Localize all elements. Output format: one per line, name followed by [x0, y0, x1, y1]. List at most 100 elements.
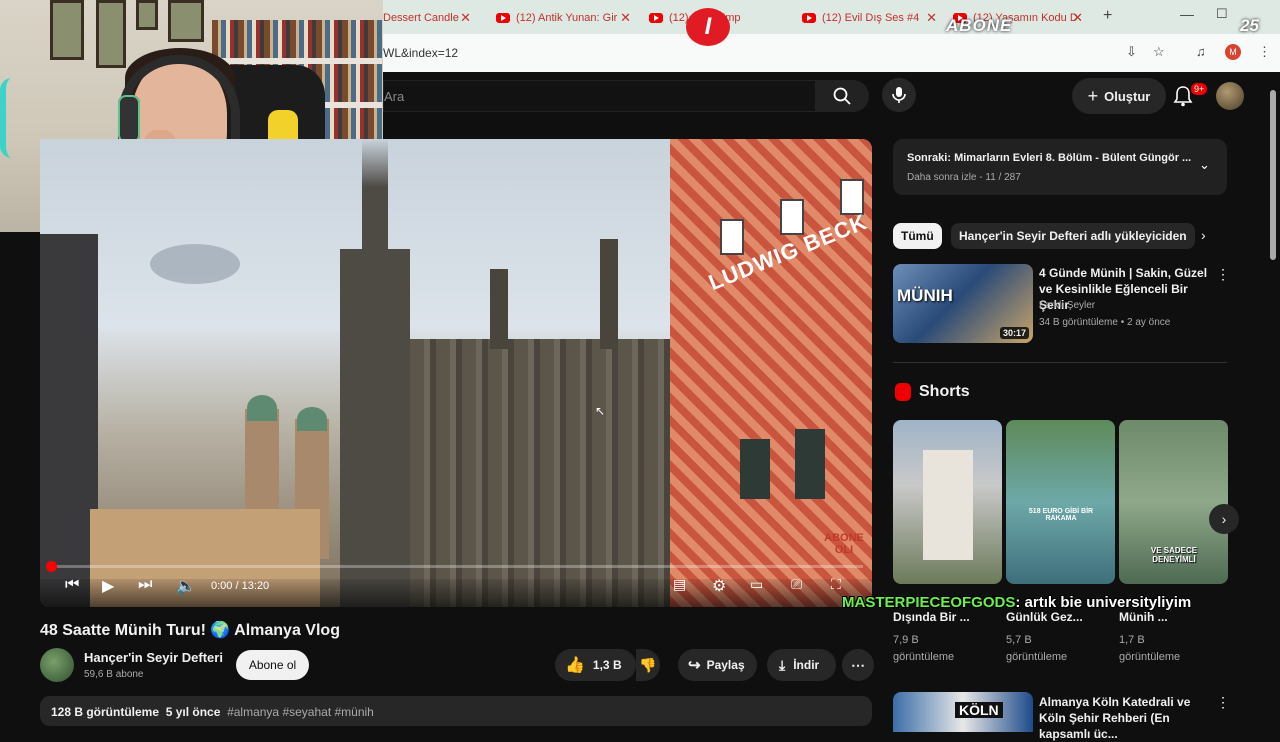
- share-label: Paylaş: [706, 658, 745, 672]
- playlist-panel[interactable]: Sonraki: Mimarların Evleri 8. Bölüm - Bü…: [893, 139, 1227, 195]
- headset-earcup: [118, 95, 140, 143]
- new-tab-button[interactable]: +: [1103, 7, 1112, 25]
- chevron-down-icon[interactable]: ⌄: [1199, 157, 1210, 173]
- shorts-icon: [895, 383, 911, 401]
- upload-age: 5 yıl önce: [165, 705, 221, 719]
- page-scrollbar[interactable]: [1270, 90, 1276, 260]
- video-corner-watermark: ABONE OLI: [824, 532, 864, 556]
- browser-tab[interactable]: Dessert Candle ✕: [383, 6, 483, 30]
- browser-tab[interactable]: (12) Evil Dış Ses #4 ✕: [802, 6, 937, 30]
- tower-dome: [247, 395, 277, 421]
- theater-mode-icon[interactable]: ▭: [750, 576, 763, 593]
- volume-icon[interactable]: 🔈: [176, 576, 196, 596]
- close-tab-icon[interactable]: ✕: [926, 10, 937, 26]
- download-button[interactable]: ⤓ İndir: [767, 649, 836, 681]
- wall-frame: [96, 0, 126, 68]
- more-actions-button[interactable]: ⋯: [842, 649, 874, 681]
- like-button[interactable]: 👍 1,3 B: [555, 649, 636, 681]
- video-timecode: 0:00 / 13:20: [211, 580, 270, 592]
- video-duration: 30:17: [999, 327, 1029, 339]
- tab-label: Dessert Candle: [383, 12, 459, 24]
- browser-tab[interactable]: (12) Antik Yunan: Gir ✕: [496, 6, 631, 30]
- short-title[interactable]: Münih ...: [1119, 610, 1168, 624]
- search-button[interactable]: [815, 80, 869, 112]
- street-shadow: [40, 579, 872, 607]
- short-title[interactable]: Dışında Bir ...: [893, 610, 970, 624]
- video-player[interactable]: [40, 139, 872, 607]
- cast-icon[interactable]: ⎚: [791, 576, 802, 593]
- close-tab-icon[interactable]: ✕: [620, 10, 631, 26]
- voice-search-button[interactable]: [882, 78, 916, 112]
- recommendation-channel[interactable]: Farklı Şeyler: [1039, 300, 1095, 311]
- previous-icon[interactable]: ⏮: [65, 576, 79, 594]
- chat-message-overlay: MASTERPIECEOFGODS: artık bie universityl…: [842, 594, 1191, 611]
- short-title[interactable]: Günlük Gez...: [1006, 610, 1083, 624]
- castle-shape: [923, 450, 973, 560]
- more-vertical-icon[interactable]: ⋮: [1216, 266, 1230, 283]
- recommendation-thumbnail[interactable]: MÜNIH 30:17: [893, 264, 1033, 343]
- bookmark-star-icon[interactable]: ☆: [1153, 44, 1165, 60]
- notification-count-badge: 9+: [1191, 83, 1208, 95]
- shorts-heading: Shorts: [919, 383, 970, 400]
- chips-next-chevron-icon[interactable]: ›: [1201, 227, 1206, 243]
- chip-all[interactable]: Tümü: [893, 223, 942, 249]
- view-count: 128 B görüntüleme: [51, 705, 160, 719]
- close-tab-icon[interactable]: ✕: [460, 10, 471, 26]
- description-box[interactable]: 128 B görüntüleme 5 yıl önce #almanya #s…: [40, 696, 872, 726]
- wall-frame: [50, 0, 84, 60]
- menu-kebab-icon[interactable]: ⋮: [1258, 44, 1271, 60]
- next-icon[interactable]: ⏭: [138, 576, 152, 594]
- subscriber-count: 59,6 B abone: [84, 669, 144, 680]
- minimize-icon[interactable]: —: [1180, 6, 1194, 22]
- video-progress-bar[interactable]: [48, 565, 863, 568]
- short-views: 1,7 B görüntüleme: [1119, 632, 1180, 666]
- recommendation-meta: 34 B görüntüleme • 2 ay önce: [1039, 317, 1171, 328]
- window: [720, 219, 744, 255]
- shorts-next-button[interactable]: ›: [1209, 504, 1239, 534]
- media-icon[interactable]: ♫: [1196, 44, 1206, 59]
- account-avatar[interactable]: [1216, 82, 1244, 110]
- short-view-count: 1,7 B: [1119, 634, 1145, 646]
- fullscreen-icon[interactable]: ⛶: [831, 576, 841, 593]
- tower-dome: [297, 407, 327, 431]
- download-icon: ⤓: [779, 656, 786, 673]
- browser-tab-bar: Dessert Candle ✕ (12) Antik Yunan: Gir ✕…: [383, 0, 1280, 34]
- short-overlay-text: 518 EURO GİBİ BİR RAKAMA: [1028, 508, 1094, 522]
- maximize-icon[interactable]: ☐: [1216, 6, 1228, 22]
- short-view-unit: görüntüleme: [1119, 651, 1181, 663]
- town-hall-tower: [340, 249, 410, 607]
- window: [780, 199, 804, 235]
- create-button[interactable]: + Oluştur: [1072, 78, 1166, 114]
- plus-icon: +: [1087, 85, 1099, 106]
- short-view-count: 7,9 B: [893, 634, 919, 646]
- short-thumbnail[interactable]: 518 EURO GİBİ BİR RAKAMA: [1006, 420, 1115, 584]
- play-icon[interactable]: ▶: [102, 576, 114, 596]
- more-vertical-icon[interactable]: ⋮: [1216, 694, 1230, 711]
- dislike-button[interactable]: 👎: [636, 649, 660, 681]
- settings-gear-icon[interactable]: ⚙: [712, 576, 726, 596]
- install-icon[interactable]: ⇩: [1126, 44, 1137, 60]
- search-input[interactable]: Ara: [383, 80, 815, 112]
- youtube-header: Ara + Oluştur 9+: [383, 72, 1280, 120]
- share-button[interactable]: ↪ Paylaş: [678, 649, 757, 681]
- channel-avatar[interactable]: [40, 648, 74, 682]
- subtitles-icon[interactable]: ▤: [673, 576, 686, 593]
- recommendation-thumbnail[interactable]: KÖLN: [893, 692, 1033, 732]
- progress-scrubber[interactable]: [46, 561, 57, 572]
- address-bar[interactable]: WL&index=12: [383, 34, 1280, 72]
- channel-name[interactable]: Hançer'in Seyir Defteri: [84, 650, 223, 665]
- tab-label: (12) Antik Yunan: Gir: [516, 12, 618, 24]
- short-thumbnail[interactable]: VE SADECE DENEYİMLİ: [1119, 420, 1228, 584]
- chip-from-uploader[interactable]: Hançer'in Seyir Defteri adlı yükleyicide…: [951, 223, 1195, 249]
- subscribe-button[interactable]: Abone ol: [236, 650, 309, 680]
- profile-icon[interactable]: M: [1225, 44, 1241, 60]
- hashtags[interactable]: #almanya #seyahat #münih: [227, 705, 374, 719]
- thumbs-down-icon: 👎: [639, 656, 657, 673]
- url-text: WL&index=12: [383, 46, 459, 60]
- shop-window: [740, 439, 770, 499]
- like-count: 1,3 B: [592, 658, 622, 672]
- recommendation-title[interactable]: Almanya Köln Katedrali ve Köln Şehir Reh…: [1039, 694, 1214, 742]
- close-tab-icon[interactable]: ✕: [1072, 10, 1083, 26]
- short-views: 7,9 B görüntüleme: [893, 632, 954, 666]
- short-thumbnail[interactable]: [893, 420, 1002, 584]
